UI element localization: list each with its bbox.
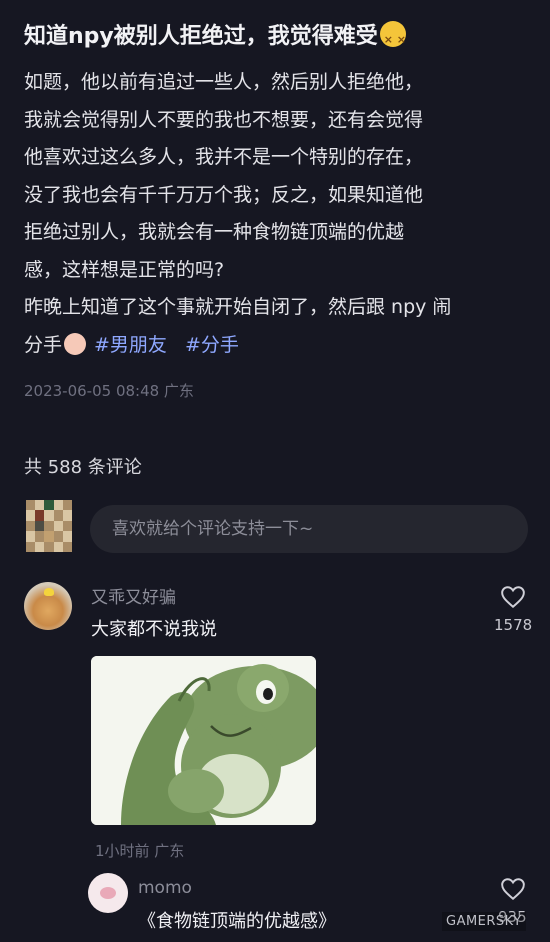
comment-input[interactable]: 喜欢就给个评论支持一下~ [90,505,528,553]
post-body: 如题，他以前有追过一些人，然后别人拒绝他， 我就会觉得别人不要的我也不想要，还有… [24,64,530,364]
my-avatar[interactable] [26,500,72,552]
frog-thinking-image [91,656,316,825]
like-count: 1578 [494,616,533,634]
heart-icon[interactable] [500,584,526,610]
post-body-line: 他喜欢过这么多人，我并不是一个特别的存在， [24,146,424,168]
commenter-name[interactable]: 又乖又好骗 [91,583,176,608]
dizzy-face-emoji-icon [379,21,406,57]
post-body-line: 没了我也会有千千万万个我；反之，如果知道他 [24,183,424,206]
post-body-line: 感，这样想是正常的吗? [24,258,225,281]
comment-text: 大家都不说我说 [91,619,217,640]
post-body-last-line: 分手 #男朋友 #分手 [24,327,530,365]
heart-icon[interactable] [500,876,526,902]
commenter-avatar[interactable] [24,582,72,630]
post-meta: 2023-06-05 08:48 广东 [24,382,194,400]
post-body-line: 拒绝过别人，我就会有一种食物链顶端的优越 [24,221,405,243]
post-title: 知道npy被别人拒绝过，我觉得难受 [24,20,534,57]
comment-count: 共 588 条评论 [24,457,142,478]
hashtag-boyfriend[interactable]: #男朋友 [94,334,167,356]
hashtag-breakup[interactable]: #分手 [185,334,239,356]
watermark: GAMERSKY [442,912,526,931]
comment-time: 1小时前 广东 [95,842,185,860]
crying-emoji-icon [64,332,87,355]
post-body-prefix: 分手 [24,333,63,356]
post-body-line: 昨晚上知道了这个事就开始自闭了，然后跟 npy 闹 [24,296,452,318]
comment-image-frog-meme[interactable] [91,656,316,825]
comment-text: 《食物链顶端的优越感》 [138,911,336,932]
post-body-line: 如题，他以前有追过一些人，然后别人拒绝他， [24,71,424,93]
commenter-name[interactable]: momo [138,878,192,898]
post-body-line: 我就会觉得别人不要的我也不想要，还有会觉得 [24,108,424,131]
commenter-avatar[interactable] [88,873,128,913]
